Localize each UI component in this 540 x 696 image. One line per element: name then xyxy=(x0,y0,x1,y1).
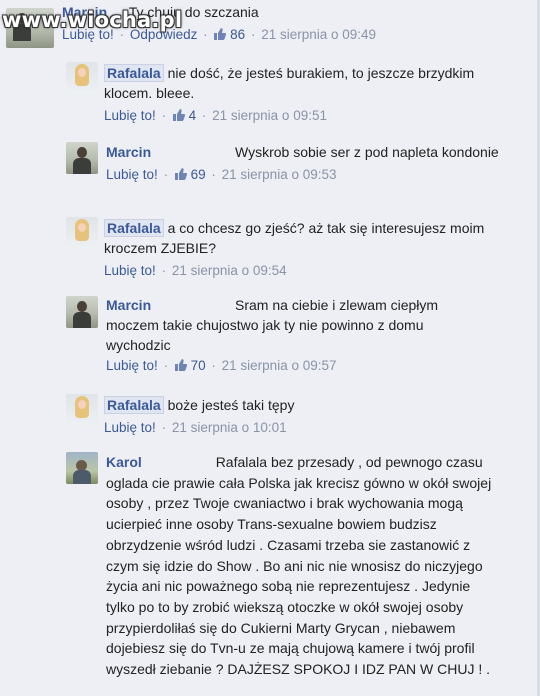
comment-text: boże jesteś taki tępy xyxy=(167,397,295,413)
avatar[interactable] xyxy=(66,62,98,94)
author-name[interactable]: Rafalala xyxy=(104,396,164,414)
like-count[interactable]: 70 xyxy=(191,358,206,373)
thumbs-up-icon xyxy=(174,358,187,373)
like-button[interactable]: Lubię to! xyxy=(106,358,158,373)
like-count[interactable]: 4 xyxy=(189,108,197,123)
avatar[interactable] xyxy=(66,452,98,484)
author-name[interactable]: Karol xyxy=(106,454,142,470)
like-button[interactable]: Lubię to! xyxy=(104,108,156,123)
comment: Rafalala nie dość, że jesteś burakiem, t… xyxy=(66,62,526,132)
comment-meta: Lubię to! · 69 · 21 sierpnia o 09:53 xyxy=(106,167,337,182)
thumbs-up-icon xyxy=(174,167,187,182)
watermark-logo: www.wiocha.pl xyxy=(2,8,183,32)
timestamp[interactable]: 21 sierpnia o 09:53 xyxy=(222,167,337,182)
avatar[interactable] xyxy=(66,142,98,174)
timestamp[interactable]: 21 sierpnia o 09:51 xyxy=(212,108,327,123)
comment: Marcin Wyskrob sobie ser z pod napleta k… xyxy=(66,140,526,210)
comment-meta: Lubię to! · 4 · 21 sierpnia o 09:51 xyxy=(104,108,327,123)
avatar[interactable] xyxy=(66,296,98,328)
timestamp[interactable]: 21 sierpnia o 09:49 xyxy=(261,27,376,42)
comment-text: Sram na ciebie i zlewam ciepłym moczem t… xyxy=(106,297,439,353)
avatar[interactable] xyxy=(66,394,98,426)
comment: Marcin Sram na ciebie i zlewam ciepłym m… xyxy=(66,294,526,386)
thumbs-up-icon xyxy=(172,108,185,123)
like-button[interactable]: Lubię to! xyxy=(106,167,158,182)
like-count[interactable]: 69 xyxy=(191,167,206,182)
avatar[interactable] xyxy=(66,217,98,249)
comment-text: Rafalala bez przesady , od pewnogo czasu… xyxy=(106,454,492,678)
like-button[interactable]: Lubię to! xyxy=(104,420,156,435)
author-name[interactable]: Marcin xyxy=(106,297,151,313)
comment: Rafalala boże jesteś taki tępy Lubię to!… xyxy=(66,394,526,444)
comment-meta: Lubię to! · 70 · 21 sierpnia o 09:57 xyxy=(106,358,337,373)
comment-text: Wyskrob sobie ser z pod napleta kondonie xyxy=(235,144,499,160)
timestamp[interactable]: 21 sierpnia o 10:01 xyxy=(172,420,287,435)
like-button[interactable]: Lubię to! xyxy=(104,263,156,278)
author-name[interactable]: Rafalala xyxy=(104,64,164,82)
timestamp[interactable]: 21 sierpnia o 09:54 xyxy=(172,263,287,278)
thumbs-up-icon xyxy=(213,27,227,42)
like-count[interactable]: 86 xyxy=(230,27,245,42)
timestamp[interactable]: 21 sierpnia o 09:57 xyxy=(222,358,337,373)
comment: Rafalala a co chcesz go zjeść? aż tak si… xyxy=(66,216,526,286)
comment: Karol Rafalala bez przesady , od pewnogo… xyxy=(66,450,526,696)
comment-meta: Lubię to! · 21 sierpnia o 10:01 xyxy=(104,420,287,435)
author-name[interactable]: Marcin xyxy=(106,144,151,160)
author-name[interactable]: Rafalala xyxy=(104,219,164,237)
comment-meta: Lubię to! · 21 sierpnia o 09:54 xyxy=(104,263,287,278)
